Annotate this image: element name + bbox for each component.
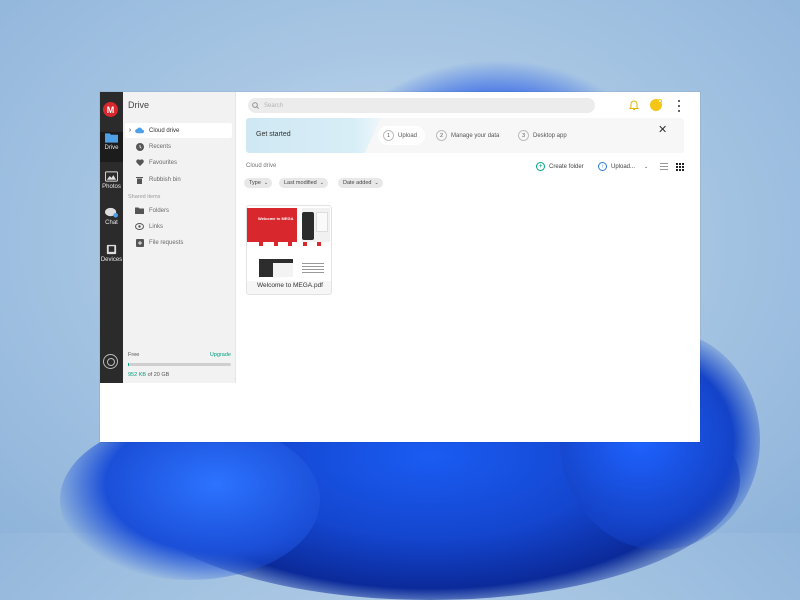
shared-items-heading: Shared items (128, 194, 161, 200)
search-bar[interactable]: Search (248, 98, 595, 113)
search-input[interactable]: Search (264, 103, 283, 109)
chevron-down-icon: ⌄ (263, 180, 269, 186)
rail-item-chat[interactable]: Chat (100, 207, 123, 233)
file-request-icon (135, 238, 144, 247)
photos-icon (105, 171, 118, 182)
step-number: 2 (436, 130, 447, 141)
storage-widget: Free Upgrade 952 KB of 20 GB (128, 352, 231, 378)
folder-icon (105, 133, 118, 143)
filter-label: Type (249, 180, 261, 186)
mega-app-window: M Drive Photos Chat Devices Drive › Clou… (100, 92, 700, 442)
step-label: Upload (398, 132, 418, 139)
wallpaper-bloom (60, 420, 320, 580)
list-view-icon[interactable] (660, 163, 668, 170)
main-content: Search Get started 1 Upload 2 Manage you… (235, 92, 700, 442)
banner-title: Get started (256, 131, 291, 138)
sidebar-item-favourites[interactable]: Favourites (125, 155, 232, 170)
get-started-banner: Get started 1 Upload 2 Manage your data … (246, 118, 684, 153)
upload-icon: ↑ (598, 162, 607, 171)
sidebar-item-rubbish-bin[interactable]: Rubbish bin (125, 172, 232, 187)
pdf-thumbnail: Welcome to MEGA (247, 206, 331, 281)
file-name: Welcome to MEGA.pdf (257, 282, 323, 289)
thumbnail-phone (302, 212, 314, 240)
breadcrumb[interactable]: Cloud drive (246, 163, 276, 169)
sidebar-item-label: File requests (149, 239, 184, 246)
filter-date-added[interactable]: Date added ⌄ (338, 178, 383, 188)
step-number: 1 (383, 130, 394, 141)
rail-item-label: Devices (100, 257, 123, 263)
grid-view-icon[interactable] (676, 163, 684, 171)
cloud-icon (135, 126, 144, 135)
step-upload[interactable]: 1 Upload (378, 126, 426, 145)
sidebar-item-label: Links (149, 223, 164, 230)
link-icon (135, 222, 144, 231)
plus-icon: + (536, 162, 545, 171)
storage-progress-bar (128, 363, 231, 366)
sidebar: Drive › Cloud drive Recents Favourites R… (123, 92, 236, 383)
more-menu-icon[interactable] (677, 100, 681, 112)
sidebar-item-links[interactable]: Links (125, 219, 232, 234)
app-rail: M Drive Photos Chat Devices (100, 92, 123, 383)
sidebar-item-file-requests[interactable]: File requests (125, 235, 232, 250)
rail-item-label: Drive (104, 145, 119, 151)
upgrade-link[interactable]: Upgrade (210, 352, 231, 358)
chevron-down-icon[interactable]: ⌄ (644, 164, 648, 170)
heart-icon (135, 158, 144, 167)
rail-item-label: Chat (105, 220, 118, 226)
filter-label: Last modified (284, 180, 317, 186)
step-label: Manage your data (451, 132, 500, 139)
filter-label: Date added (343, 180, 372, 186)
filter-last-modified[interactable]: Last modified ⌄ (279, 178, 328, 188)
storage-used-amount: 952 KB (128, 372, 147, 378)
storage-total: of 20 GB (147, 372, 170, 378)
step-number: 3 (518, 130, 529, 141)
thumbnail-text (302, 263, 324, 277)
search-icon (252, 102, 264, 109)
rail-item-photos[interactable]: Photos (100, 171, 123, 197)
upload-button[interactable]: ↑ Upload... ⌄ (598, 162, 648, 171)
chevron-down-icon: ⌄ (319, 180, 324, 186)
shared-folder-icon (135, 206, 144, 215)
sidebar-item-recents[interactable]: Recents (125, 139, 232, 154)
rail-item-drive[interactable]: Drive (100, 132, 123, 162)
avatar[interactable] (650, 99, 662, 111)
sidebar-item-label: Rubbish bin (149, 176, 181, 183)
mega-logo[interactable]: M (103, 102, 118, 117)
sidebar-item-label: Recents (149, 143, 172, 150)
clock-icon (135, 142, 144, 151)
rail-item-label: Photos (102, 184, 121, 190)
storage-used-text: 952 KB of 20 GB (128, 372, 231, 378)
trash-icon (135, 175, 144, 184)
sidebar-item-cloud-drive[interactable]: › Cloud drive (125, 123, 232, 138)
thumbnail-title: Welcome to MEGA (258, 216, 294, 221)
sidebar-title: Drive (128, 100, 150, 110)
create-folder-label: Create folder (549, 163, 584, 170)
create-folder-button[interactable]: + Create folder (536, 162, 584, 171)
storage-progress-fill (128, 363, 129, 366)
chevron-right-icon[interactable]: › (125, 127, 135, 134)
step-manage-data[interactable]: 2 Manage your data (436, 126, 499, 145)
thumbnail-icons (259, 242, 321, 248)
sidebar-item-label: Favourites (149, 159, 178, 166)
step-label: Desktop app (533, 132, 567, 139)
thumbnail-screenshot (273, 263, 293, 277)
rail-item-devices[interactable]: Devices (100, 244, 123, 270)
thumbnail-phone (316, 212, 328, 232)
sidebar-item-label: Folders (149, 207, 170, 214)
upload-label: Upload... (611, 163, 636, 170)
sidebar-item-folders[interactable]: Folders (125, 203, 232, 218)
chat-icon (105, 207, 118, 218)
file-card[interactable]: Welcome to MEGA Welcome to MEGA.pdf (246, 205, 332, 295)
chevron-down-icon: ⌄ (374, 180, 379, 186)
storage-plan: Free (128, 352, 140, 358)
filter-type[interactable]: Type ⌄ (244, 178, 273, 188)
bell-icon[interactable] (629, 100, 639, 111)
sidebar-item-label: Cloud drive (149, 127, 180, 134)
step-desktop-app[interactable]: 3 Desktop app (518, 126, 567, 145)
close-icon[interactable]: ✕ (658, 123, 667, 136)
devices-icon (106, 244, 117, 255)
sync-app-icon[interactable] (103, 354, 118, 369)
